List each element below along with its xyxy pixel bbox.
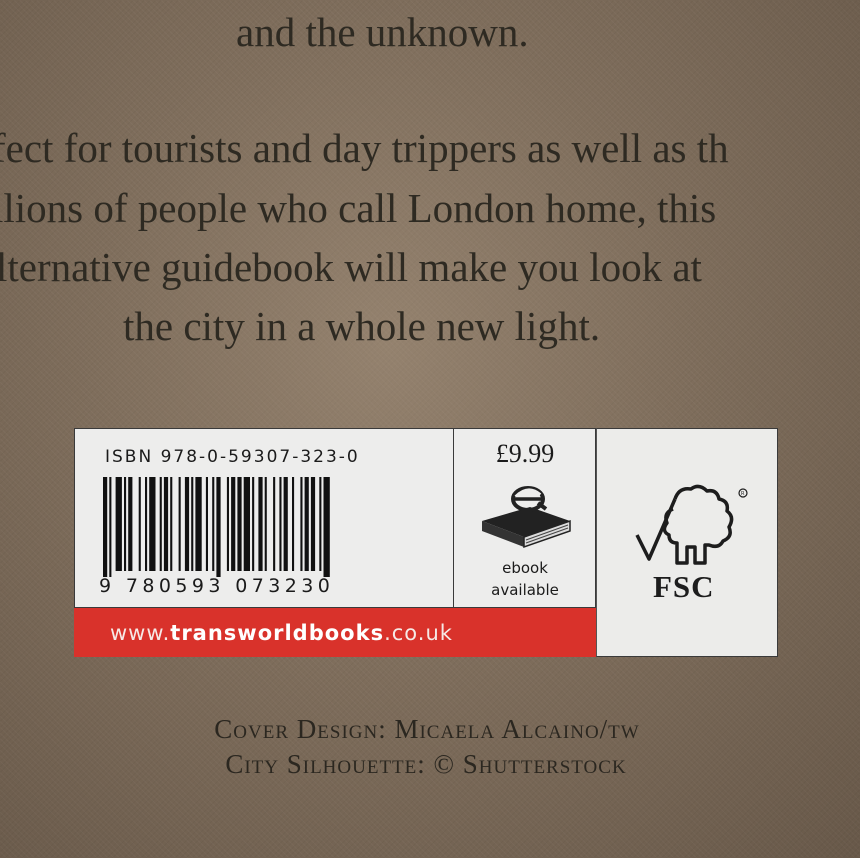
barcode-bar	[159, 477, 162, 571]
blurb-line: fect for tourists and day trippers as we…	[0, 125, 729, 171]
isbn-label: ISBN 978-0-59307-323-0	[105, 447, 360, 467]
barcode-bar	[252, 477, 255, 571]
barcode-bar	[279, 477, 282, 571]
barcode-bar	[170, 477, 173, 571]
barcode-bar	[292, 477, 295, 571]
barcode-bar	[145, 477, 148, 571]
ebook-label: ebook	[502, 559, 548, 577]
barcode-bar	[163, 477, 169, 571]
barcode-bar	[226, 477, 229, 571]
barcode-bar	[124, 477, 127, 571]
barcode-bar	[273, 477, 276, 571]
blurb-line: lternative guidebook will make you look …	[0, 244, 702, 290]
barcode-bar	[216, 477, 221, 577]
blurb-line: llions of people who call London home, t…	[0, 185, 717, 231]
barcode-bar	[178, 477, 181, 571]
barcode-digits: 9 780593 073230	[99, 575, 335, 597]
barcode-bar	[319, 477, 322, 571]
barcode-bar	[231, 477, 236, 571]
blurb-line: the city in a whole new light.	[123, 303, 601, 349]
barcode-bar	[191, 477, 194, 571]
barcode-bar	[243, 477, 250, 571]
barcode-bar	[195, 477, 202, 571]
barcode-bar	[283, 477, 288, 571]
barcode-bar	[128, 477, 133, 571]
barcode-bar	[300, 477, 303, 571]
barcode-bar	[103, 477, 108, 577]
barcode-bar	[304, 477, 309, 571]
ebook-book-icon	[482, 486, 571, 549]
barcode-bar	[138, 477, 141, 571]
cover-design-credit: Cover Design: Micaela Alcaino/tw	[214, 714, 640, 744]
barcode-bar	[109, 477, 112, 577]
barcode-bar	[115, 477, 122, 571]
silhouette-credit: City Silhouette: © Shutterstock	[225, 749, 627, 779]
price-box: £9.99 ebook available	[454, 428, 596, 608]
barcode-bar	[258, 477, 263, 571]
barcode-box: ISBN 978-0-59307-323-0 9 780593 073230	[74, 428, 454, 608]
barcode-panel: ISBN 978-0-59307-323-0 9 780593 073230 £…	[74, 428, 778, 657]
barcode-bar	[205, 477, 208, 571]
fsc-box: R FSC	[596, 428, 778, 657]
blurb-line: and the unknown.	[236, 9, 529, 55]
fsc-tree-checkmark-logo-icon: R	[635, 484, 748, 565]
barcode-icon	[103, 477, 330, 577]
barcode-bar	[310, 477, 316, 571]
ebook-label: available	[491, 581, 559, 599]
barcode-bar	[184, 477, 190, 571]
barcode-bar	[149, 477, 156, 571]
barcode-bar	[212, 477, 215, 571]
website-suffix: .co.uk	[384, 620, 453, 645]
barcode-bar	[323, 477, 330, 577]
website-domain: transworldbooks	[170, 620, 385, 645]
website-prefix: www.	[110, 620, 171, 645]
barcode-bar	[237, 477, 242, 571]
fsc-label: FSC	[653, 569, 715, 604]
svg-text:R: R	[741, 491, 745, 497]
barcode-bar	[264, 477, 267, 571]
price-label: £9.99	[495, 439, 555, 468]
website-url: www. transworldbooks .co.uk	[74, 608, 596, 657]
